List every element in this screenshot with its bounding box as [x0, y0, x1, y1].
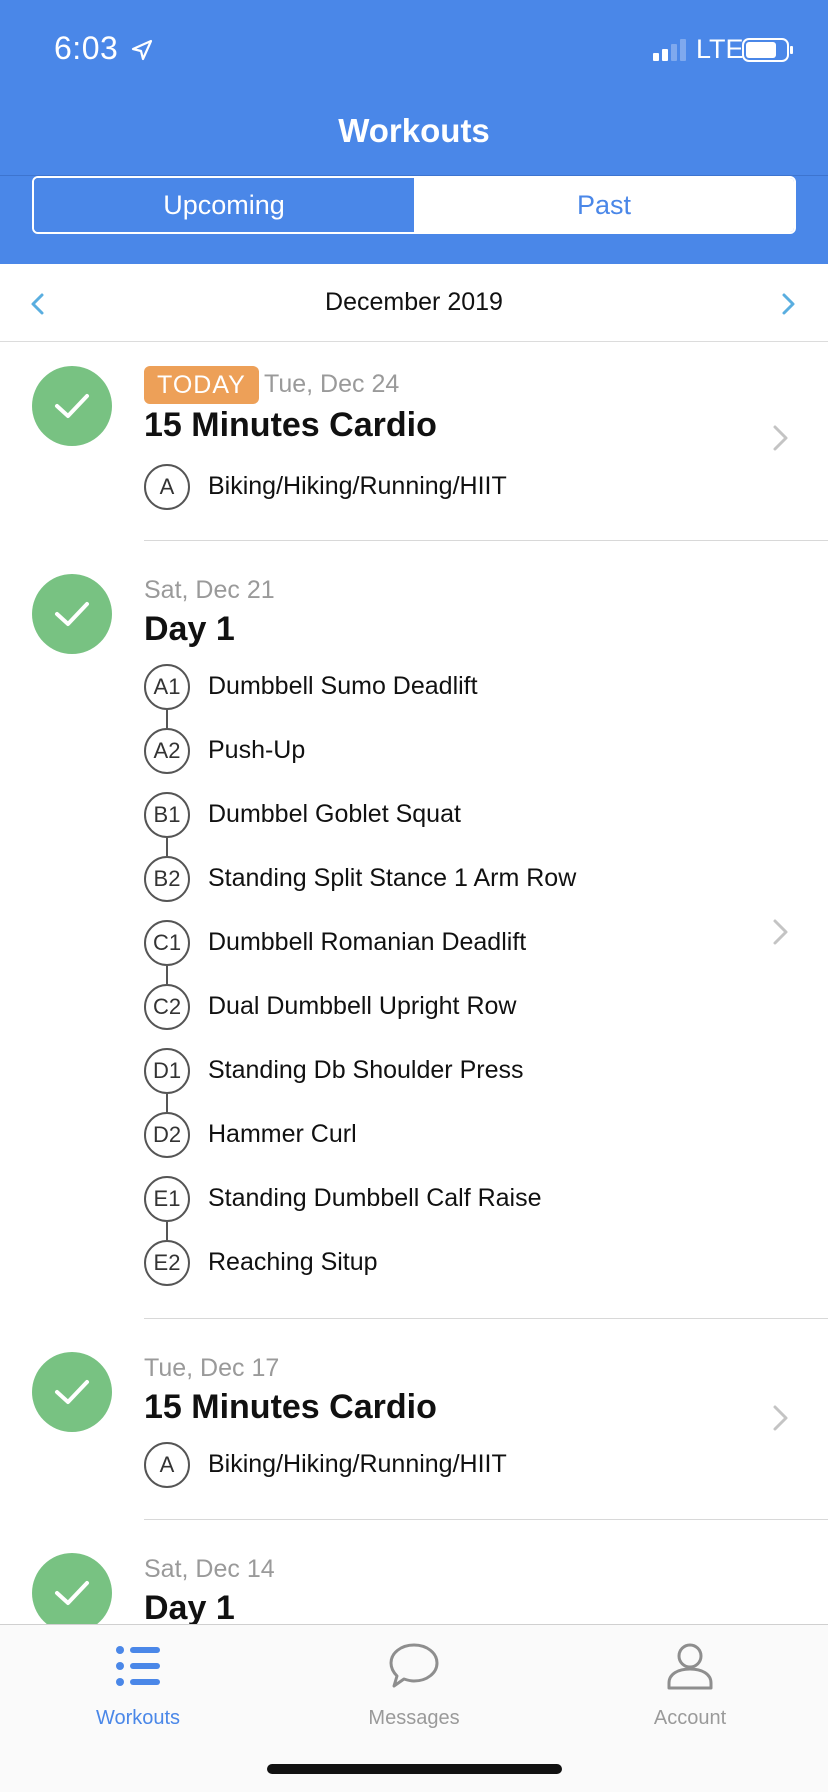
page-title: Workouts: [338, 112, 490, 149]
workout-title[interactable]: Day 1: [144, 610, 235, 649]
exercise-name: Dumbbell Romanian Deadlift: [208, 928, 527, 956]
tab-workouts[interactable]: Workouts: [0, 1625, 276, 1745]
list-divider: [144, 1318, 828, 1319]
exercise-name: Dual Dumbbell Upright Row: [208, 992, 517, 1020]
superset-connector: [166, 1094, 168, 1112]
previous-month-chevron-icon[interactable]: [28, 292, 48, 316]
exercise-tag: C1: [144, 920, 190, 966]
exercise-tag: A: [144, 1442, 190, 1488]
tab-workouts-label: Workouts: [95, 1707, 181, 1729]
workout-date: Tue, Dec 24: [264, 370, 400, 398]
signal-strength-icon: [653, 39, 686, 61]
exercise-name: Standing Dumbbell Calf Raise: [208, 1184, 542, 1212]
exercise-tag: E1: [144, 1176, 190, 1222]
exercise-tag: A: [144, 464, 190, 510]
tab-past[interactable]: Past: [414, 178, 794, 232]
workout-title[interactable]: Day 1: [144, 1589, 235, 1628]
exercise-name: Push-Up: [208, 736, 306, 764]
exercise-tag: C2: [144, 984, 190, 1030]
person-icon: [667, 1643, 713, 1690]
exercise-name: Reaching Situp: [208, 1248, 378, 1276]
chevron-right-icon[interactable]: [772, 918, 790, 946]
completed-check-icon: [32, 366, 112, 446]
tab-account-label: Account: [653, 1707, 727, 1729]
tab-messages-label: Messages: [368, 1707, 460, 1729]
exercise-tag: E2: [144, 1240, 190, 1286]
list-divider: [144, 540, 828, 541]
superset-connector: [166, 966, 168, 984]
exercise-tag: B2: [144, 856, 190, 902]
chat-bubble-icon: [389, 1643, 439, 1688]
battery-icon: [742, 38, 793, 62]
list-icon: [116, 1646, 160, 1686]
workout-date: Sat, Dec 14: [144, 1555, 275, 1583]
list-divider: [144, 1519, 828, 1520]
superset-connector: [166, 1222, 168, 1240]
completed-check-icon: [32, 574, 112, 654]
upcoming-past-segmented-control: Upcoming Past: [32, 176, 796, 234]
exercise-tag: A2: [144, 728, 190, 774]
exercise-tag: D1: [144, 1048, 190, 1094]
superset-connector: [166, 838, 168, 856]
exercise-tag: D2: [144, 1112, 190, 1158]
chevron-right-icon[interactable]: [772, 1404, 790, 1432]
exercise-name: Hammer Curl: [208, 1120, 357, 1148]
exercise-name: Dumbbell Sumo Deadlift: [208, 672, 478, 700]
workout-title[interactable]: 15 Minutes Cardio: [144, 1388, 437, 1427]
exercise-name: Biking/Hiking/Running/HIIT: [208, 472, 507, 500]
tab-account[interactable]: Account: [552, 1625, 828, 1745]
exercise-name: Standing Db Shoulder Press: [208, 1056, 524, 1084]
completed-check-icon: [32, 1352, 112, 1432]
exercise-tag: B1: [144, 792, 190, 838]
exercise-name: Dumbbel Goblet Squat: [208, 800, 461, 828]
exercise-name: Standing Split Stance 1 Arm Row: [208, 864, 577, 892]
month-label: December 2019: [325, 288, 503, 316]
home-indicator: [267, 1764, 562, 1774]
workout-title[interactable]: 15 Minutes Cardio: [144, 406, 437, 445]
network-type: LTE: [696, 34, 744, 64]
status-time: 6:03: [54, 30, 119, 66]
superset-connector: [166, 710, 168, 728]
completed-check-icon: [32, 1553, 112, 1633]
today-badge: TODAY: [144, 366, 259, 404]
tab-upcoming[interactable]: Upcoming: [34, 178, 414, 232]
month-navigator: December 2019: [0, 264, 828, 342]
chevron-right-icon[interactable]: [772, 424, 790, 452]
exercise-tag: A1: [144, 664, 190, 710]
workout-date: Sat, Dec 21: [144, 576, 275, 604]
header-bar: 6:03 LTE Workouts Upcoming Past: [0, 0, 828, 264]
workout-date: Tue, Dec 17: [144, 1354, 280, 1382]
location-arrow-icon: [131, 39, 153, 61]
tab-messages[interactable]: Messages: [276, 1625, 552, 1745]
exercise-name: Biking/Hiking/Running/HIIT: [208, 1450, 507, 1478]
next-month-chevron-icon[interactable]: [778, 292, 798, 316]
